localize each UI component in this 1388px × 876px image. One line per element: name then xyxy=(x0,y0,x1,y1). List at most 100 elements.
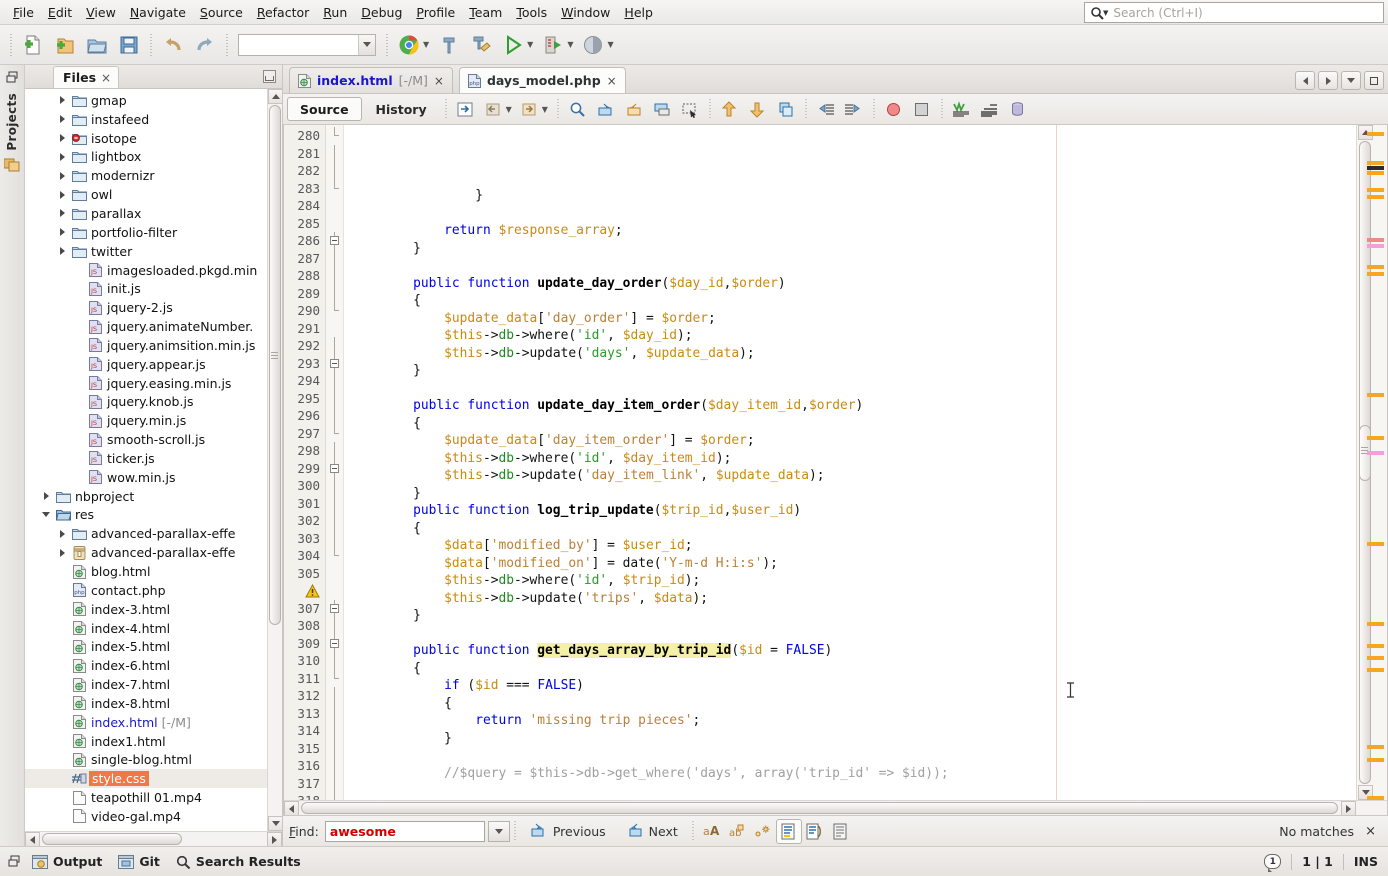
code-line[interactable]: $this->db->update('trips', $data); xyxy=(344,590,1356,608)
scroll-right-button[interactable] xyxy=(1341,801,1356,815)
redo-button[interactable] xyxy=(190,30,220,60)
code-line[interactable]: { xyxy=(344,415,1356,433)
tree-item[interactable]: JS smooth-scroll.js xyxy=(25,430,267,449)
code-line[interactable]: $this->db->where('id', $trip_id); xyxy=(344,572,1356,590)
code-line[interactable]: return $response_array; xyxy=(344,222,1356,240)
tree-item[interactable]: index-6.html xyxy=(25,656,267,675)
code-line[interactable]: $data['modified_on'] = date('Y-m-d H:i:s… xyxy=(344,555,1356,573)
code-line[interactable]: $update_data['day_order'] = $order; xyxy=(344,310,1356,328)
stop-icon[interactable] xyxy=(909,97,935,122)
error-stripe-mark[interactable] xyxy=(1367,451,1384,455)
uncomment-icon[interactable] xyxy=(977,97,1003,122)
toggle-breakpoint-icon[interactable] xyxy=(881,97,907,122)
chevron-down-icon[interactable]: ▼ xyxy=(506,105,512,114)
tab-source[interactable]: Source xyxy=(287,97,362,121)
tree-item[interactable]: res xyxy=(25,506,267,525)
error-stripe-mark[interactable] xyxy=(1367,393,1384,397)
tree-item[interactable]: JS jquery.min.js xyxy=(25,411,267,430)
comment-icon[interactable] xyxy=(949,97,975,122)
code-hscrollbar[interactable] xyxy=(284,800,1387,815)
menu-item-tools[interactable]: Tools xyxy=(509,2,554,23)
find-selection-icon[interactable] xyxy=(565,97,591,122)
files-tree-scrollbar[interactable] xyxy=(267,89,282,831)
files-tree[interactable]: gmap instafeed isotope lightbox modernizr owl… xyxy=(25,89,267,831)
find-input[interactable]: awesome xyxy=(324,820,485,842)
code-line[interactable]: } xyxy=(344,187,1356,205)
code-line[interactable]: { xyxy=(344,520,1356,538)
menu-item-window[interactable]: Window xyxy=(554,2,617,23)
code-line[interactable]: public function update_day_order($day_id… xyxy=(344,275,1356,293)
scroll-left-button[interactable] xyxy=(284,801,299,815)
code-line[interactable] xyxy=(344,625,1356,643)
tree-item[interactable]: JS imagesloaded.pkgd.min xyxy=(25,261,267,280)
code-line[interactable] xyxy=(344,380,1356,398)
menu-item-navigate[interactable]: Navigate xyxy=(123,2,193,23)
error-stripe-mark[interactable] xyxy=(1367,745,1384,749)
tree-item[interactable]: index-4.html xyxy=(25,619,267,638)
minimize-window-button[interactable] xyxy=(263,70,276,83)
tree-item[interactable]: JS jquery.easing.min.js xyxy=(25,374,267,393)
error-stripe-mark[interactable] xyxy=(1367,171,1384,175)
toggle-highlight-icon[interactable] xyxy=(649,97,675,122)
close-icon[interactable]: × xyxy=(101,71,111,85)
tree-item[interactable]: modernizr xyxy=(25,166,267,185)
tab-history[interactable]: History xyxy=(364,97,439,121)
dock-restore-icon[interactable] xyxy=(6,71,19,87)
undo-button[interactable] xyxy=(158,30,188,60)
collapse-arrow-icon[interactable] xyxy=(39,512,53,518)
fold-marker[interactable] xyxy=(326,459,343,477)
regular-expression-icon[interactable] xyxy=(750,819,776,844)
expand-arrow-icon[interactable] xyxy=(55,548,69,557)
tree-item[interactable]: blog.html xyxy=(25,562,267,581)
error-stripe-mark[interactable] xyxy=(1367,542,1384,546)
code-text[interactable]: } return $response_array; } public funct… xyxy=(344,125,1356,800)
menu-item-view[interactable]: View xyxy=(79,2,123,23)
menu-item-file[interactable]: File xyxy=(6,2,41,23)
expand-arrow-icon[interactable] xyxy=(55,247,69,256)
shift-right-icon[interactable] xyxy=(841,97,867,122)
highlight-results-icon[interactable] xyxy=(775,818,802,844)
status-item-git[interactable]: Git xyxy=(112,854,166,869)
tree-item[interactable]: advanced-parallax-effe xyxy=(25,524,267,543)
error-stripe-mark[interactable] xyxy=(1367,166,1384,170)
tree-item[interactable]: JS jquery.animateNumber. xyxy=(25,317,267,336)
expand-arrow-icon[interactable] xyxy=(55,171,69,180)
scroll-tabs-right-button[interactable] xyxy=(1318,71,1338,90)
error-stripe-mark[interactable] xyxy=(1367,622,1384,626)
code-line[interactable]: $this->db->where('id', $day_id); xyxy=(344,327,1356,345)
debug-project-button[interactable] xyxy=(538,30,568,60)
toggle-rectangular-selection-icon[interactable] xyxy=(677,97,703,122)
chevron-down-icon[interactable]: ▼ xyxy=(607,40,613,49)
error-stripe[interactable] xyxy=(1356,125,1387,800)
code-line[interactable] xyxy=(344,205,1356,223)
tree-item[interactable]: instafeed xyxy=(25,110,267,129)
code-line[interactable]: public function get_days_array_by_trip_i… xyxy=(344,642,1356,660)
code-line[interactable]: $this->db->where('id', $day_item_id); xyxy=(344,450,1356,468)
code-line[interactable]: //$query = $this->db->get_where('days', … xyxy=(344,765,1356,783)
expand-arrow-icon[interactable] xyxy=(55,96,69,105)
expand-arrow-icon[interactable] xyxy=(55,190,69,199)
save-all-button[interactable] xyxy=(114,30,144,60)
tree-item[interactable]: JS jquery-2.js xyxy=(25,298,267,317)
tree-item[interactable]: JS ticker.js xyxy=(25,449,267,468)
error-stripe-mark[interactable] xyxy=(1367,195,1384,199)
tree-item[interactable]: php contact.php xyxy=(25,581,267,600)
tree-item[interactable]: JS jquery.appear.js xyxy=(25,355,267,374)
code-line[interactable]: public function update_day_item_order($d… xyxy=(344,397,1356,415)
tab-list-dropdown-button[interactable] xyxy=(1341,71,1361,90)
tab-files[interactable]: Files × xyxy=(53,66,120,88)
menu-item-team[interactable]: Team xyxy=(462,2,509,23)
code-line[interactable]: if ($id === FALSE) xyxy=(344,677,1356,695)
expand-arrow-icon[interactable] xyxy=(55,209,69,218)
tree-item[interactable]: index.html [-/M] xyxy=(25,713,267,732)
tree-item[interactable]: advanced-parallax-effe xyxy=(25,543,267,562)
close-find-bar-icon[interactable]: × xyxy=(1365,824,1376,839)
code-folding-margin[interactable] xyxy=(326,125,344,800)
tree-item[interactable]: JS wow.min.js xyxy=(25,468,267,487)
menu-item-refactor[interactable]: Refactor xyxy=(250,2,316,23)
code-line[interactable] xyxy=(344,747,1356,765)
fold-marker[interactable] xyxy=(326,634,343,652)
editor-tab-index-html[interactable]: index.html [-/M] × xyxy=(289,67,453,93)
error-stripe-mark[interactable] xyxy=(1367,272,1384,276)
code-line[interactable]: } xyxy=(344,240,1356,258)
